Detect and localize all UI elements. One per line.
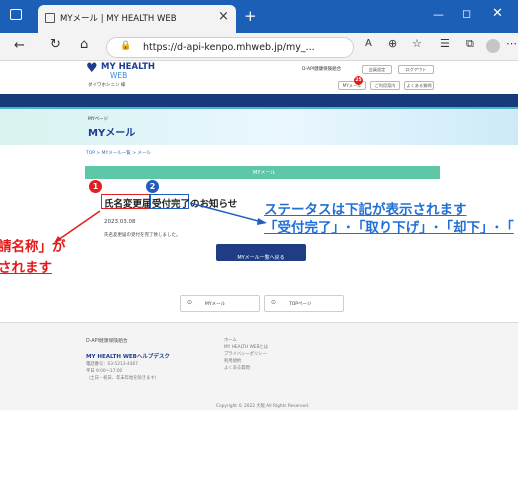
blue-arrow-line [189,202,263,223]
annotation-right-line1: ステータスは下記が表示されます [264,202,467,218]
annotation-left-line2: されます [0,260,52,276]
annotation-arrows [54,202,267,243]
annotation-right-line2: 「受付完了」･「取り下げ」･「却下」･「 [264,220,514,236]
annotation-left-line1: 請名称」が [0,239,66,255]
